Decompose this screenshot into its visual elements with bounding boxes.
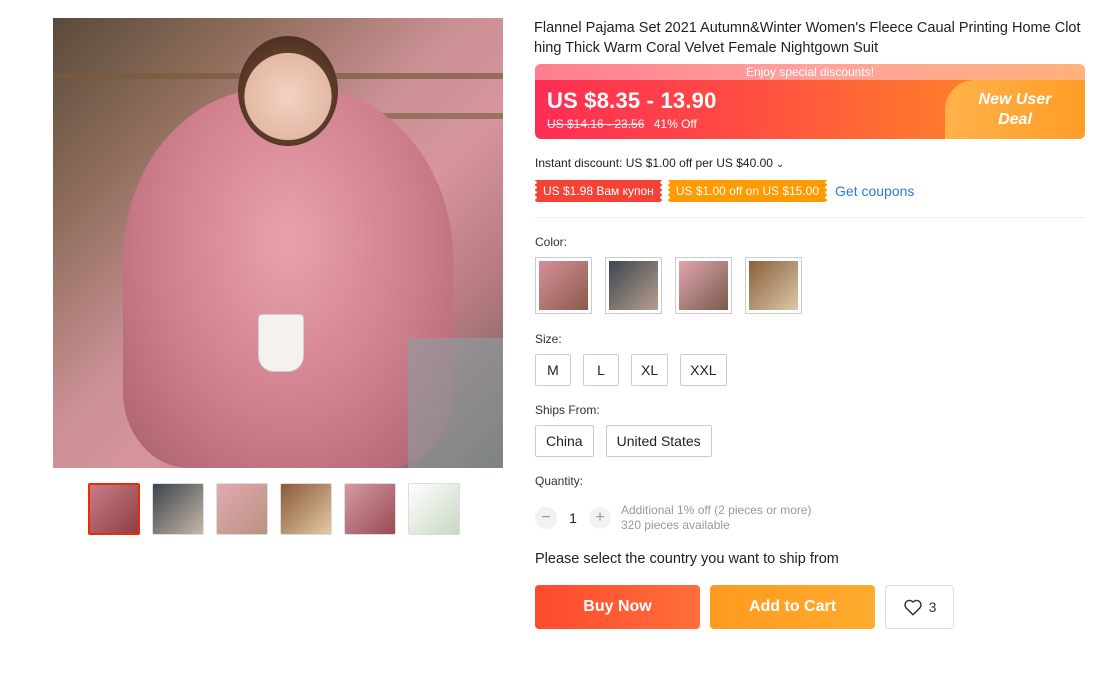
size-options: M L XL XXL <box>535 354 727 386</box>
price-banner: Enjoy special discounts! US $8.35 - 13.9… <box>535 64 1085 139</box>
color-swatch-image <box>539 261 588 310</box>
quantity-info: Additional 1% off (2 pieces or more) 320… <box>621 503 812 533</box>
size-label: Size: <box>535 332 562 346</box>
thumbnail-3[interactable] <box>216 483 268 535</box>
add-to-cart-button[interactable]: Add to Cart <box>710 585 875 629</box>
price-range: US $8.35 - 13.90 <box>547 88 717 113</box>
thumbnail-5[interactable] <box>344 483 396 535</box>
mug-shape <box>258 314 304 372</box>
main-product-image[interactable] <box>53 18 503 468</box>
quantity-stepper: − 1 + Additional 1% off (2 pieces or mor… <box>535 503 812 533</box>
color-option-3[interactable] <box>675 257 732 314</box>
quantity-value[interactable]: 1 <box>557 510 589 526</box>
ships-from-china[interactable]: China <box>535 425 594 457</box>
quantity-label: Quantity: <box>535 474 584 488</box>
color-option-4[interactable] <box>745 257 802 314</box>
size-option-l[interactable]: L <box>583 354 619 386</box>
thumbnail-strip <box>88 483 460 535</box>
thumbnail-6[interactable] <box>408 483 460 535</box>
buy-now-button[interactable]: Buy Now <box>535 585 700 629</box>
original-price: US $14.16 - 23.56 41% Off <box>547 117 697 131</box>
deal-line-2: Deal <box>998 110 1032 128</box>
quantity-increase-button[interactable]: + <box>589 507 611 529</box>
color-option-1[interactable] <box>535 257 592 314</box>
chevron-down-icon: ⌄ <box>775 159 785 170</box>
product-title: Flannel Pajama Set 2021 Autumn&Winter Wo… <box>534 20 1081 56</box>
coupon-red[interactable]: US $1.98 Вам купон <box>533 180 664 202</box>
size-option-xxl[interactable]: XXL <box>680 354 727 386</box>
color-options <box>535 257 802 314</box>
thumbnail-1[interactable] <box>88 483 140 535</box>
wishlist-button[interactable]: 3 <box>885 585 954 629</box>
thumbnail-image <box>217 484 267 534</box>
size-option-xl[interactable]: XL <box>631 354 669 386</box>
color-option-2[interactable] <box>605 257 662 314</box>
color-label: Color: <box>535 235 568 249</box>
ships-from-united-states[interactable]: United States <box>605 425 712 457</box>
promo-strip: Enjoy special discounts! <box>535 64 1085 80</box>
discount-percent: 41% Off <box>653 117 697 131</box>
thumbnail-image <box>345 484 395 534</box>
thumbnail-image <box>281 484 331 534</box>
original-price-range: US $14.16 - 23.56 <box>547 117 645 131</box>
sofa-shape <box>408 338 503 468</box>
thumbnail-image <box>90 485 138 533</box>
color-swatch-image <box>609 261 658 310</box>
quantity-decrease-button[interactable]: − <box>535 507 557 529</box>
color-swatch-image <box>679 261 728 310</box>
instant-discount-text: Instant discount: US $1.00 off per US $4… <box>535 156 773 170</box>
thumbnail-2[interactable] <box>152 483 204 535</box>
thumbnail-4[interactable] <box>280 483 332 535</box>
size-option-m[interactable]: M <box>535 354 571 386</box>
deal-line-1: New User <box>978 90 1052 108</box>
coupons-row: US $1.98 Вам купон US $1.00 off on US $1… <box>533 180 914 202</box>
color-swatch-image <box>749 261 798 310</box>
thumbnail-image <box>153 484 203 534</box>
quantity-note: Additional 1% off (2 pieces or more) <box>621 503 812 517</box>
ships-from-options: China United States <box>535 425 712 457</box>
thumbnail-image <box>409 484 459 534</box>
divider <box>535 217 1085 218</box>
new-user-deal-badge[interactable]: New User Deal <box>945 80 1085 139</box>
instant-discount[interactable]: Instant discount: US $1.00 off per US $4… <box>535 156 784 170</box>
ships-from-label: Ships From: <box>535 403 600 417</box>
availability-text: 320 pieces available <box>621 518 730 532</box>
heart-icon <box>903 599 922 616</box>
ship-from-message: Please select the country you want to sh… <box>535 551 839 567</box>
get-coupons-link[interactable]: Get coupons <box>835 183 914 199</box>
coupon-orange[interactable]: US $1.00 off on US $15.00 <box>665 180 830 202</box>
model-head <box>238 36 338 146</box>
wishlist-count: 3 <box>928 599 937 615</box>
